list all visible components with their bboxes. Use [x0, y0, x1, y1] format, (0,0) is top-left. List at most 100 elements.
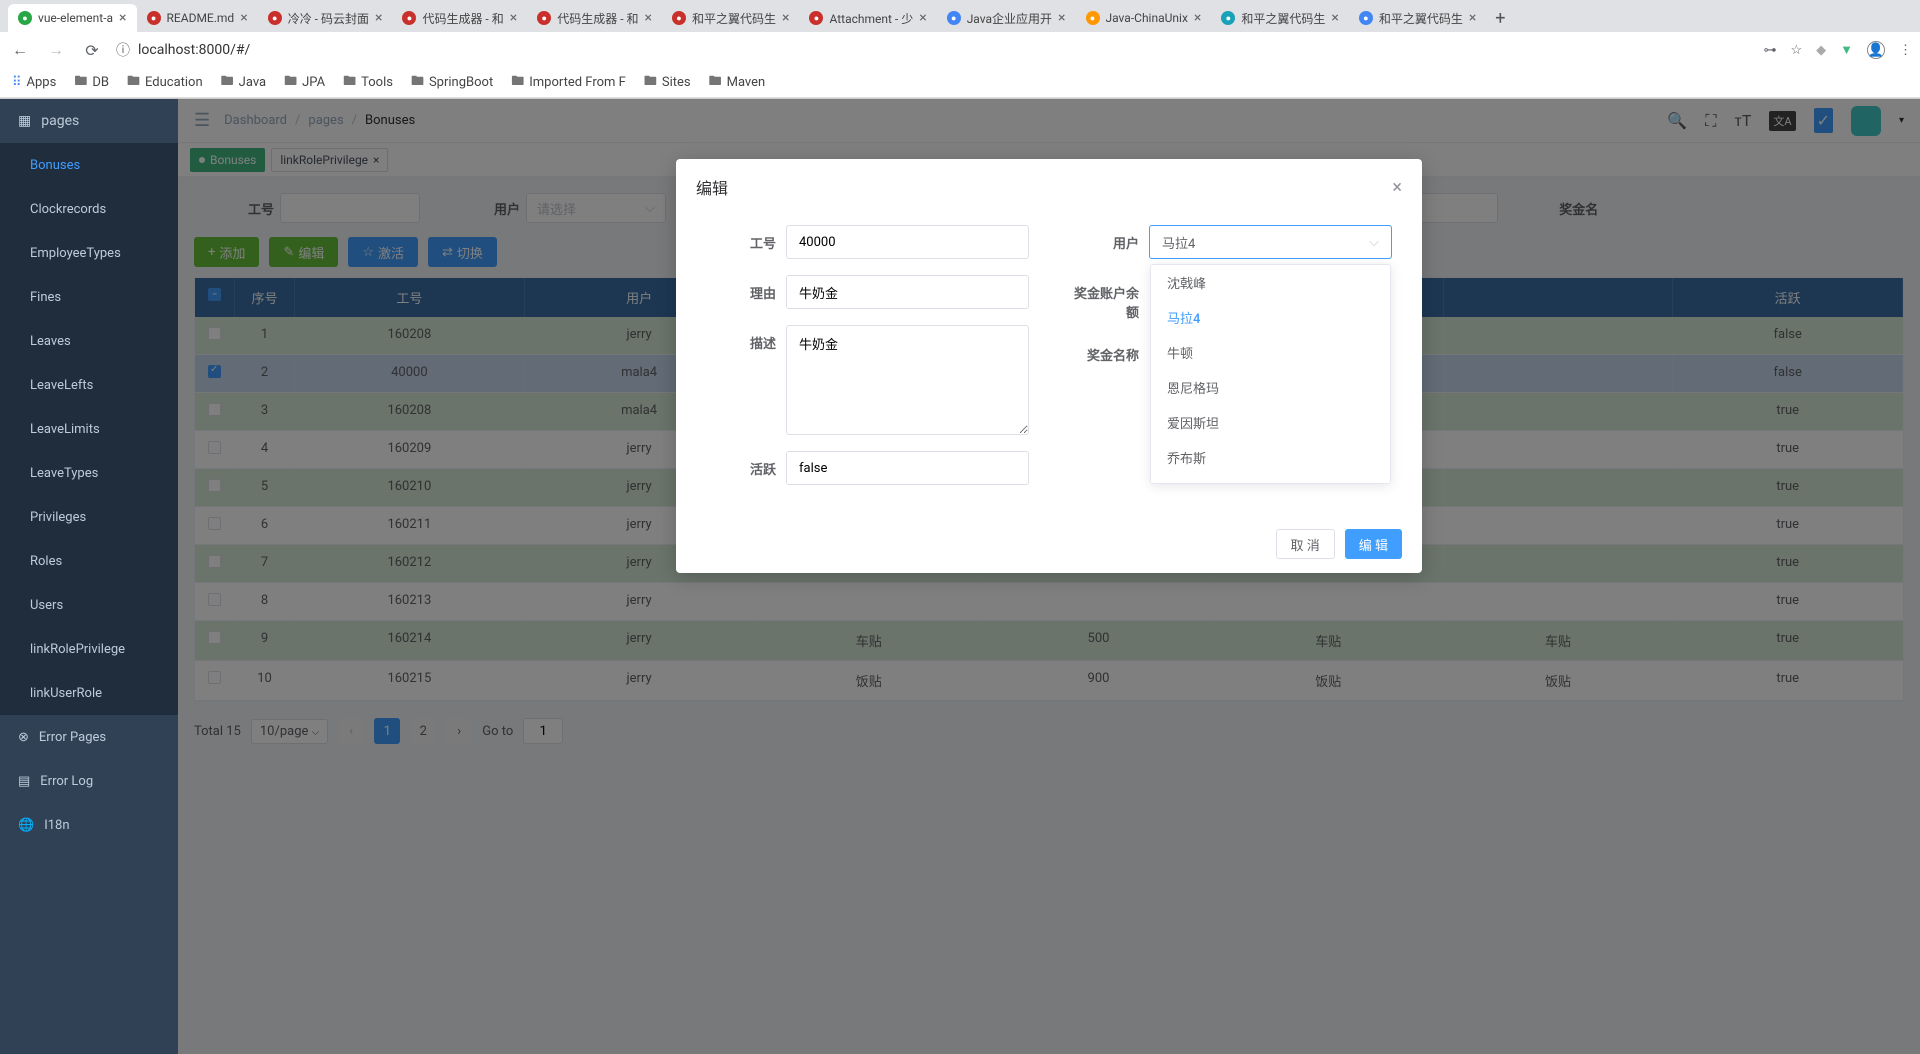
sidebar-group-error-pages[interactable]: ⊗Error Pages [0, 715, 178, 759]
bookmark-folder[interactable]: 🖿 SpringBoot [411, 72, 493, 94]
dropdown-option[interactable]: 牛顿 [1151, 335, 1390, 370]
close-icon[interactable]: × [375, 10, 382, 26]
bookmark-folder[interactable]: 🖿 Maven [709, 72, 766, 94]
cancel-button[interactable]: 取 消 [1276, 529, 1335, 559]
sidebar-item-linkuserrole[interactable]: linkUserRole [0, 671, 178, 715]
m-label-bonus: 奖金名称 [1069, 337, 1139, 364]
browser-tab[interactable]: ●README.md× [137, 4, 258, 32]
tab-title: 和平之翼代码生 [692, 10, 776, 27]
browser-tab[interactable]: ●Java企业应用开× [937, 4, 1076, 32]
modal-overlay[interactable]: 编辑 × 工号 理由 描述 活跃 用户 马拉4 ⌵ [178, 99, 1920, 1054]
url-input[interactable]: ⓘ localhost:8000/#/ [116, 40, 1751, 60]
m-input-active[interactable] [786, 451, 1029, 485]
dropdown-option[interactable]: 恩尼格玛 [1151, 370, 1390, 405]
profile-icon[interactable]: 👤 [1867, 41, 1885, 59]
sidebar-item-leavetypes[interactable]: LeaveTypes [0, 451, 178, 495]
close-icon[interactable]: × [1058, 10, 1065, 26]
browser-tab[interactable]: ● 代码生成器 - 和 × [527, 4, 662, 32]
sidebar-item-employeetypes[interactable]: EmployeeTypes [0, 231, 178, 275]
close-icon[interactable]: × [1331, 10, 1338, 26]
menu-icon[interactable]: ⋮ [1899, 43, 1912, 58]
confirm-button[interactable]: 编 辑 [1345, 529, 1402, 559]
sidebar-item-clockrecords[interactable]: Clockrecords [0, 187, 178, 231]
close-icon[interactable]: × [1469, 10, 1476, 26]
m-input-reason[interactable] [786, 275, 1029, 309]
close-icon[interactable]: × [510, 10, 517, 26]
forward-button[interactable]: → [44, 38, 68, 62]
sidebar-group-error-log[interactable]: ▤Error Log [0, 759, 178, 803]
sidebar-item-leaves[interactable]: Leaves [0, 319, 178, 363]
bookmark-folder[interactable]: 🖿 JPA [284, 72, 325, 94]
sidebar-item-bonuses[interactable]: Bonuses [0, 143, 178, 187]
sidebar-group-i18n[interactable]: 🌐I18n [0, 803, 178, 847]
close-icon[interactable]: × [782, 10, 789, 26]
tab-title: 代码生成器 - 和 [557, 10, 638, 27]
sidebar-item-linkroleprivilege[interactable]: linkRolePrivilege [0, 627, 178, 671]
ext1-icon[interactable]: ◆ [1816, 43, 1826, 58]
browser-tab[interactable]: ●和平之翼代码生× [662, 4, 800, 32]
m-input-worknum[interactable] [786, 225, 1029, 259]
m-label-active: 活跃 [706, 451, 776, 478]
key-icon[interactable]: ⊶ [1763, 43, 1776, 58]
browser-tab[interactable]: ●Java-ChinaUnix× [1076, 4, 1212, 32]
sidebar-items: BonusesClockrecordsEmployeeTypesFinesLea… [0, 143, 178, 715]
favicon-icon: ● [537, 11, 551, 25]
sidebar: ▦ pages BonusesClockrecordsEmployeeTypes… [0, 99, 178, 1054]
reload-button[interactable]: ⟳ [80, 38, 104, 62]
vue-ext-icon[interactable]: ▼ [1840, 42, 1853, 58]
bookmark-folder[interactable]: 🖿 Education [127, 72, 203, 94]
bookmark-folder[interactable]: 🖿 Sites [644, 72, 691, 94]
m-select-value: 马拉4 [1162, 233, 1195, 252]
sidebar-item-fines[interactable]: Fines [0, 275, 178, 319]
sidebar-item-leavelimits[interactable]: LeaveLimits [0, 407, 178, 451]
dropdown-option[interactable]: 乔布斯 [1151, 440, 1390, 475]
browser-tab[interactable]: ●和平之翼代码生× [1211, 4, 1349, 32]
bookmark-folder[interactable]: 🖿 Tools [343, 72, 393, 94]
folder-icon: 🖿 [284, 72, 297, 94]
info-icon: ⓘ [116, 40, 130, 60]
close-icon[interactable]: × [919, 10, 926, 26]
sidebar-item-leavelefts[interactable]: LeaveLefts [0, 363, 178, 407]
m-textarea-desc[interactable] [786, 325, 1029, 435]
folder-icon: 🖿 [709, 72, 722, 94]
favicon-icon: ● [809, 11, 823, 25]
m-label-desc: 描述 [706, 325, 776, 352]
close-icon[interactable]: × [119, 10, 126, 26]
browser-tab[interactable]: ●和平之翼代码生× [1349, 4, 1487, 32]
dropdown-option[interactable]: 爱因斯坦 [1151, 405, 1390, 440]
bookmark-folder[interactable]: 🖿 DB [74, 72, 109, 94]
sidebar-item-privileges[interactable]: Privileges [0, 495, 178, 539]
folder-icon: 🖿 [74, 72, 87, 94]
close-icon[interactable]: × [1194, 10, 1201, 26]
m-select-user[interactable]: 马拉4 ⌵ 沈戟峰马拉4牛顿恩尼格玛爱因斯坦乔布斯马克思 [1149, 225, 1392, 259]
dropdown-option[interactable]: 马克思 [1151, 475, 1390, 484]
star-icon[interactable]: ☆ [1790, 43, 1802, 58]
dropdown-option[interactable]: 马拉4 [1151, 300, 1390, 335]
browser-tab[interactable]: ●vue-element-a× [8, 4, 137, 32]
sidebar-head-pages[interactable]: ▦ pages [0, 99, 178, 143]
edit-modal: 编辑 × 工号 理由 描述 活跃 用户 马拉4 ⌵ [676, 159, 1422, 573]
tab-title: 冷冷 - 码云封面 [288, 10, 369, 27]
favicon-icon: ● [1359, 11, 1373, 25]
back-button[interactable]: ← [8, 38, 32, 62]
sidebar-item-roles[interactable]: Roles [0, 539, 178, 583]
modal-body: 工号 理由 描述 活跃 用户 马拉4 ⌵ 沈戟峰马拉4牛顿恩尼格玛爱因斯坦乔布斯… [676, 215, 1422, 515]
apps-button[interactable]: ⠿ Apps [12, 75, 56, 90]
browser-tab[interactable]: ●冷冷 - 码云封面× [258, 4, 393, 32]
bookmark-folder[interactable]: 🖿 Java [221, 72, 266, 94]
dropdown-option[interactable]: 沈戟峰 [1151, 265, 1390, 300]
m-label-reason: 理由 [706, 275, 776, 302]
favicon-icon: ● [18, 11, 32, 25]
sidebar-item-users[interactable]: Users [0, 583, 178, 627]
close-icon[interactable]: × [1392, 177, 1402, 198]
browser-tab[interactable]: ●代码生成器 - 和× [392, 4, 527, 32]
folder-icon: 🖿 [127, 72, 140, 94]
close-icon[interactable]: × [240, 10, 247, 26]
new-tab-button[interactable]: + [1486, 4, 1514, 32]
folder-icon: 🖿 [343, 72, 356, 94]
bookmark-folder[interactable]: 🖿 Imported From F [511, 72, 626, 94]
favicon-icon: ● [1221, 11, 1235, 25]
browser-tab[interactable]: ●Attachment - 少× [799, 4, 936, 32]
close-icon[interactable]: × [645, 10, 652, 26]
chevron-down-icon: ⌵ [1369, 235, 1379, 250]
